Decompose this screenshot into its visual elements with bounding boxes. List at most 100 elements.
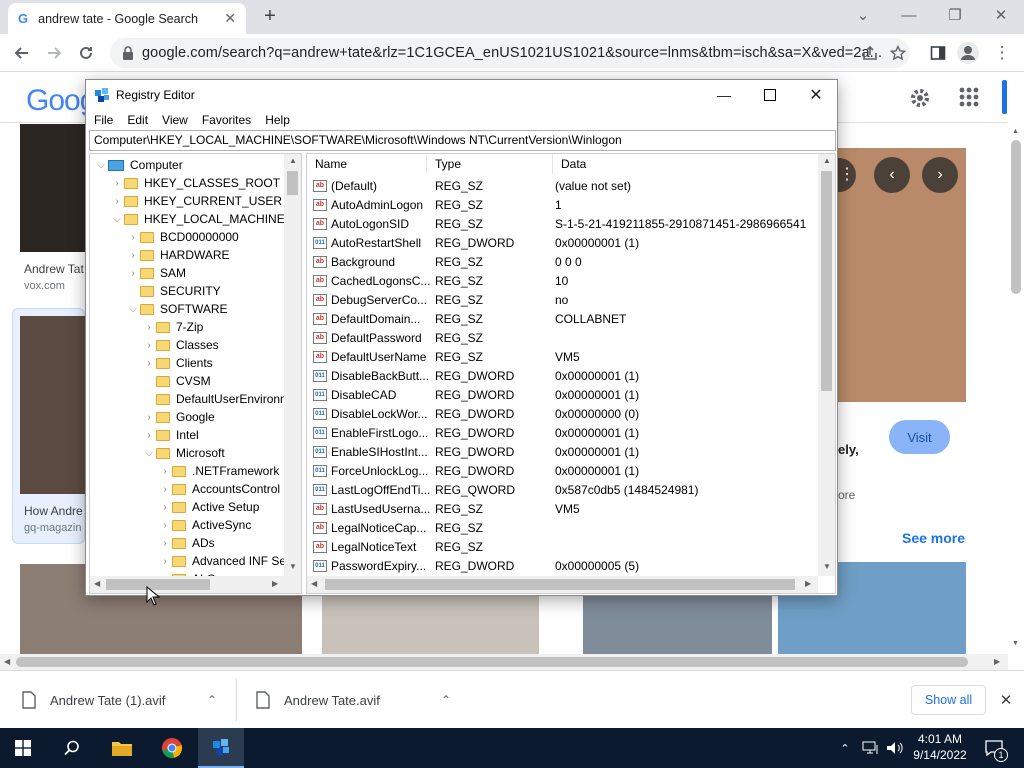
collapsed-chevron-icon[interactable]: › xyxy=(142,340,156,351)
collapsed-chevron-icon[interactable]: › xyxy=(158,484,172,495)
collapsed-chevron-icon[interactable]: › xyxy=(142,358,156,369)
registry-value-row[interactable]: 011 EnableSIHostInt... REG_DWORD 0x00000001… xyxy=(307,443,819,462)
collapsed-chevron-icon[interactable]: › xyxy=(126,232,140,243)
scroll-down-icon[interactable]: ▼ xyxy=(289,562,297,571)
reload-icon[interactable] xyxy=(74,41,98,65)
tree-horizontal-scrollbar[interactable]: ◀ ▶ xyxy=(90,576,301,593)
close-downloads-bar-icon[interactable]: ✕ xyxy=(996,689,1016,711)
page-vertical-scrollbar[interactable]: ▲ ▼ xyxy=(1008,124,1024,654)
show-all-downloads-button[interactable]: Show all xyxy=(911,685,986,715)
tree-node[interactable]: › AccountsControl xyxy=(158,480,280,498)
scroll-right-icon[interactable]: ▶ xyxy=(994,657,1000,666)
close-window-button[interactable]: ✕ xyxy=(978,0,1024,30)
download-options-chevron-icon[interactable]: ⌃ xyxy=(202,688,222,712)
registry-value-row[interactable]: ab DefaultUserName REG_SZ VM5 xyxy=(307,348,819,367)
expanded-chevron-icon[interactable]: ⌵ xyxy=(110,214,124,225)
collapsed-chevron-icon[interactable]: › xyxy=(158,466,172,477)
collapsed-chevron-icon[interactable]: › xyxy=(126,268,140,279)
see-more-link[interactable]: See more xyxy=(902,530,965,546)
side-panel-icon[interactable] xyxy=(926,41,950,65)
registry-value-row[interactable]: ab LegalNoticeText REG_SZ xyxy=(307,538,819,557)
values-vertical-scrollbar[interactable]: ▲ ▼ xyxy=(818,154,835,576)
tree-node[interactable]: › Clients xyxy=(142,354,212,372)
tree-node[interactable]: › Active Setup xyxy=(158,498,259,516)
next-image-icon[interactable]: › xyxy=(922,157,958,193)
tree-node[interactable]: ⌵ Computer xyxy=(94,156,182,174)
chrome-menu-icon[interactable]: ⋮ xyxy=(990,41,1014,65)
tree-node[interactable]: ⌵ SOFTWARE xyxy=(126,300,227,318)
registry-value-row[interactable]: ab CachedLogonsC... REG_SZ 10 xyxy=(307,272,819,291)
page-hscroll-thumb[interactable] xyxy=(16,657,968,667)
google-apps-icon[interactable] xyxy=(958,86,982,110)
previous-image-icon[interactable]: ‹ xyxy=(874,157,910,193)
result-image[interactable] xyxy=(20,124,85,252)
start-windows-icon[interactable] xyxy=(0,728,46,768)
registry-address-bar[interactable]: Computer\HKEY_LOCAL_MACHINE\SOFTWARE\Mic… xyxy=(89,130,836,151)
collapsed-chevron-icon[interactable]: › xyxy=(158,520,172,531)
network-icon[interactable] xyxy=(860,738,882,758)
tree-node[interactable]: › ADs xyxy=(158,534,214,552)
collapsed-chevron-icon[interactable]: › xyxy=(110,178,124,189)
new-tab-button[interactable]: + xyxy=(258,5,282,29)
tab-close-icon[interactable]: ✕ xyxy=(224,10,236,27)
collapsed-chevron-icon[interactable]: › xyxy=(158,556,172,567)
registry-close-button[interactable]: ✕ xyxy=(798,84,834,106)
collapsed-chevron-icon[interactable]: › xyxy=(126,250,140,261)
tree-node[interactable]: › BCD00000000 xyxy=(126,228,238,246)
values-horizontal-scrollbar[interactable]: ◀ ▶ xyxy=(307,576,818,593)
scroll-right-icon[interactable]: ▶ xyxy=(805,579,811,588)
expanded-chevron-icon[interactable]: ⌵ xyxy=(142,448,156,459)
column-header-name[interactable]: Name xyxy=(307,154,427,174)
registry-value-row[interactable]: 011 DisableBackButt... REG_DWORD 0x00000001… xyxy=(307,367,819,386)
scroll-left-icon[interactable]: ◀ xyxy=(94,579,100,588)
search-icon[interactable] xyxy=(50,728,94,768)
tree-node[interactable]: ⌵ Microsoft xyxy=(142,444,224,462)
settings-gear-icon[interactable] xyxy=(906,84,934,112)
tree-node[interactable]: DefaultUserEnvironn xyxy=(142,390,287,408)
registry-value-row[interactable]: 011 PasswordExpiry... REG_DWORD 0x00000005 … xyxy=(307,557,819,576)
registry-values-list[interactable]: Name Type Data ab (Default) REG_SZ (value n… xyxy=(306,153,836,594)
expanded-chevron-icon[interactable]: ⌵ xyxy=(94,160,108,171)
tree-node[interactable]: › 7-Zip xyxy=(142,318,203,336)
result-image[interactable] xyxy=(322,596,539,654)
address-bar[interactable]: google.com/search?q=andrew+tate&rlz=1C1G… xyxy=(110,38,910,68)
registry-value-row[interactable]: 011 DisableCAD REG_DWORD 0x00000001 (1) xyxy=(307,386,819,405)
browser-tab[interactable]: G andrew tate - Google Search ✕ xyxy=(8,3,246,34)
tree-node[interactable]: › HKEY_CLASSES_ROOT xyxy=(110,174,280,192)
values-hscroll-thumb[interactable] xyxy=(325,579,795,590)
tree-node[interactable]: › Intel xyxy=(142,426,198,444)
scroll-up-icon[interactable]: ▲ xyxy=(1012,128,1019,135)
tree-scroll-thumb[interactable] xyxy=(287,171,298,195)
tree-node[interactable]: ⌵ HKEY_LOCAL_MACHINE xyxy=(110,210,285,228)
registry-value-row[interactable]: ab LegalNoticeCap... REG_SZ xyxy=(307,519,819,538)
registry-key-tree[interactable]: ⌵ Computer › HKEY_CLASSES_ROOT › HKEY_CURRENT… xyxy=(89,153,302,594)
clock[interactable]: 4:01 AM 9/14/2022 xyxy=(908,732,972,762)
registry-value-row[interactable]: ab DefaultDomain... REG_SZ COLLABNET xyxy=(307,310,819,329)
download-item[interactable]: Andrew Tate.avif xyxy=(256,671,380,729)
tree-node[interactable]: › Google xyxy=(142,408,214,426)
download-options-chevron-icon[interactable]: ⌃ xyxy=(436,688,456,712)
registry-value-row[interactable]: ab Background REG_SZ 0 0 0 xyxy=(307,253,819,272)
scroll-up-icon[interactable]: ▲ xyxy=(823,156,831,165)
result-image[interactable] xyxy=(583,596,772,654)
registry-maximize-button[interactable] xyxy=(752,84,788,106)
tray-chevron-up-icon[interactable]: ⌃ xyxy=(836,738,854,758)
registry-value-row[interactable]: 011 DisableLockWor... REG_DWORD 0x00000000 … xyxy=(307,405,819,424)
menu-help[interactable]: Help xyxy=(265,113,290,127)
visit-button[interactable]: Visit xyxy=(889,420,950,454)
registry-editor-taskbar-icon[interactable] xyxy=(198,728,244,768)
minimize-window-button[interactable]: — xyxy=(886,0,932,30)
share-icon[interactable] xyxy=(858,41,882,65)
tree-node[interactable]: SECURITY xyxy=(126,282,221,300)
registry-value-row[interactable]: 011 EnableFirstLogo... REG_DWORD 0x00000001… xyxy=(307,424,819,443)
registry-value-row[interactable]: 011 AutoRestartShell REG_DWORD 0x00000001 (… xyxy=(307,234,819,253)
registry-value-row[interactable]: ab DebugServerCo... REG_SZ no xyxy=(307,291,819,310)
back-icon[interactable] xyxy=(10,41,34,65)
registry-value-row[interactable]: 011 ForceUnlockLog... REG_DWORD 0x00000001 … xyxy=(307,462,819,481)
collapsed-chevron-icon[interactable]: › xyxy=(142,412,156,423)
registry-minimize-button[interactable]: — xyxy=(706,84,742,106)
registry-value-row[interactable]: ab (Default) REG_SZ (value not set) xyxy=(307,177,819,196)
registry-value-row[interactable]: ab DefaultPassword REG_SZ xyxy=(307,329,819,348)
page-scroll-thumb[interactable] xyxy=(1011,140,1021,294)
chrome-icon[interactable] xyxy=(150,728,194,768)
